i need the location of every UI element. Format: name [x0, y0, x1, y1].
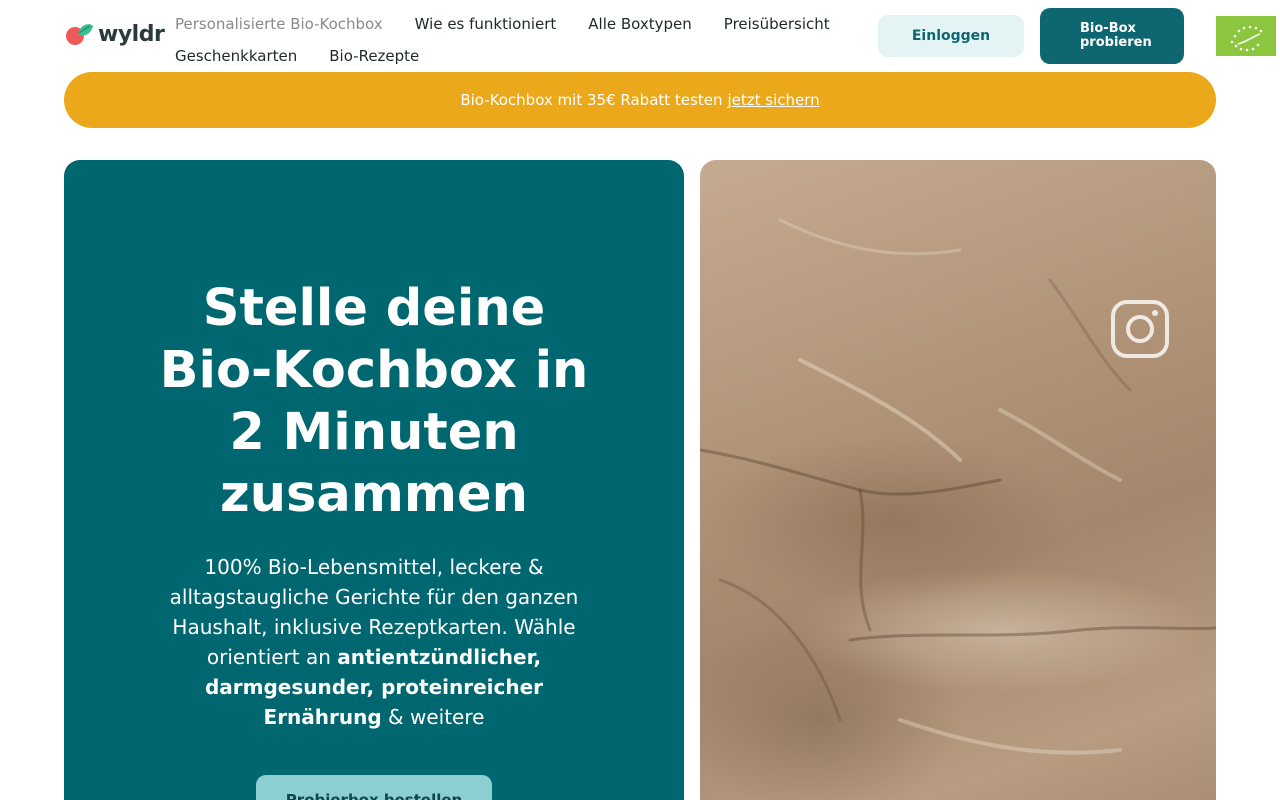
main-nav: Personalisierte Bio-Kochbox Wie es funkt…: [175, 8, 855, 72]
hero-title: Stelle deine Bio-Kochbox in 2 Minuten zu…: [159, 279, 589, 524]
order-trial-box-button[interactable]: Probierbox bestellen: [256, 775, 492, 800]
brand-logo[interactable]: wyldr: [64, 20, 165, 48]
try-bio-box-label-line2: probieren: [1080, 35, 1152, 50]
login-button[interactable]: Einloggen: [878, 15, 1024, 57]
hero-desc-tail: & weitere: [388, 705, 485, 729]
logo-text: wyldr: [98, 21, 165, 47]
promo-link[interactable]: jetzt sichern: [727, 91, 819, 109]
try-bio-box-button[interactable]: Bio-Box probieren: [1040, 8, 1184, 64]
nav-item-wie-es-funktioniert[interactable]: Wie es funktioniert: [415, 15, 557, 33]
paper-texture: [700, 218, 1216, 755]
logo-apple-icon: [64, 20, 94, 48]
try-bio-box-label-line1: Bio-Box: [1080, 21, 1136, 36]
eu-organic-logo: [1216, 16, 1276, 56]
hero-media-video[interactable]: [700, 160, 1216, 800]
promo-text: Bio-Kochbox mit 35€ Rabatt testen: [460, 91, 723, 109]
nav-item-personalisierte-bio-kochbox[interactable]: Personalisierte Bio-Kochbox: [175, 15, 383, 33]
hero-description: 100% Bio-Lebensmittel, leckere & alltags…: [154, 552, 594, 732]
nav-item-bio-rezepte[interactable]: Bio-Rezepte: [329, 47, 419, 65]
nav-item-alle-boxtypen[interactable]: Alle Boxtypen: [588, 15, 692, 33]
instagram-icon: [1111, 300, 1169, 358]
site-header: wyldr Personalisierte Bio-Kochbox Wie es…: [0, 0, 1280, 72]
hero-card: Stelle deine Bio-Kochbox in 2 Minuten zu…: [64, 160, 684, 800]
nav-row-2: Geschenkkarten Bio-Rezepte: [175, 40, 855, 72]
nav-item-geschenkkarten[interactable]: Geschenkkarten: [175, 47, 297, 65]
nav-row-1: Personalisierte Bio-Kochbox Wie es funkt…: [175, 8, 855, 40]
promo-banner: Bio-Kochbox mit 35€ Rabatt testen jetzt …: [64, 72, 1216, 128]
nav-item-preisuebersicht[interactable]: Preisübersicht: [724, 15, 830, 33]
